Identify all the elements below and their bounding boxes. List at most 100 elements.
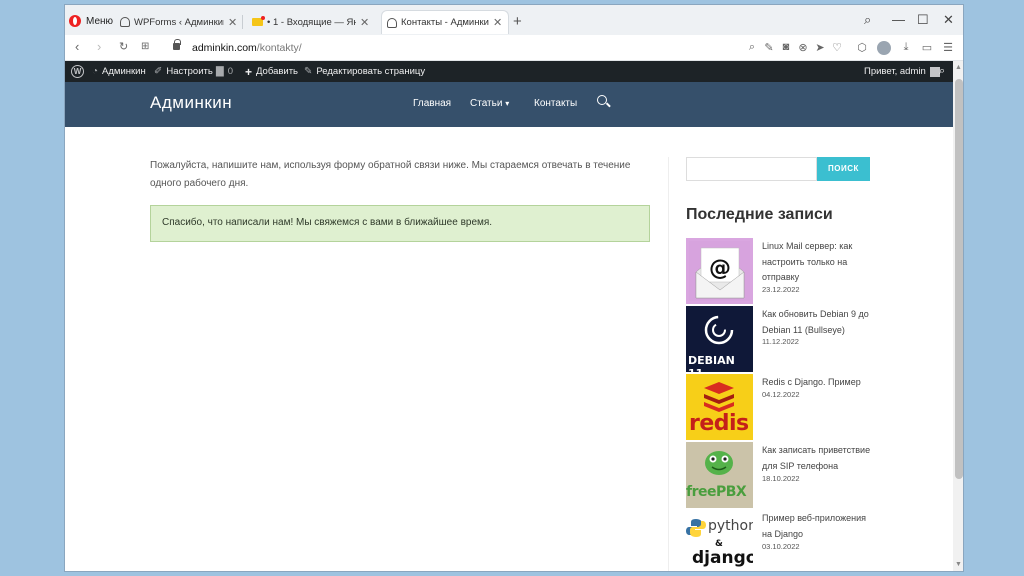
search-icon[interactable] xyxy=(597,95,607,105)
tab-wpforms[interactable]: WPForms ‹ Админкин — W ✕ xyxy=(115,10,243,34)
envelope-at-icon: @ xyxy=(689,241,750,301)
tab-contacts[interactable]: Контакты - Админкин ✕ xyxy=(381,10,509,34)
lock-icon[interactable] xyxy=(173,39,181,50)
cube-icon[interactable]: ⬡ xyxy=(855,41,869,54)
camera-icon[interactable]: ◙ xyxy=(779,41,793,53)
url-field[interactable]: adminkin.com/kontakty/ xyxy=(192,42,302,54)
post-date: 18.10.2022 xyxy=(762,474,800,483)
divider xyxy=(668,157,669,571)
site-header: Админкин Главная Статьи ▾ Контакты xyxy=(65,82,953,127)
site-title[interactable]: Админкин xyxy=(150,93,232,113)
thumb-label: DEBIAN 11 xyxy=(688,354,735,372)
edit-page-label: Редактировать страницу xyxy=(316,66,426,77)
browser-window: Меню WPForms ‹ Админкин — W ✕ • 1 - Вход… xyxy=(64,4,964,572)
close-window-icon[interactable]: ✕ xyxy=(943,12,954,28)
post-title[interactable]: Linux Mail сервер: как настроить только … xyxy=(762,239,872,286)
search-tabs-icon[interactable]: ⌕ xyxy=(864,12,871,28)
tab-separator xyxy=(242,15,243,29)
url-host: adminkin.com xyxy=(192,42,257,54)
customize-button[interactable]: ✐ Настроить xyxy=(154,61,213,82)
menu-item-home[interactable]: Главная xyxy=(413,98,451,109)
freepbx-thumb[interactable]: freePBX xyxy=(686,442,753,508)
search-icon[interactable]: ⌕ xyxy=(745,41,759,54)
close-icon[interactable]: ✕ xyxy=(493,16,503,29)
settings-icon[interactable]: ☰ xyxy=(941,41,955,54)
debian-thumb[interactable]: DEBIAN 11 xyxy=(686,306,753,372)
recent-post-item[interactable]: @ Linux Mail сервер: как настроить тольк… xyxy=(686,238,936,304)
minimize-icon[interactable]: — xyxy=(892,12,905,27)
site-name-label: Админкин xyxy=(102,66,146,77)
address-bar: ‹ › ↻ ⊞ adminkin.com/kontakty/ ⌕ ✎ ◙ ⊗ ➤… xyxy=(65,35,963,61)
svg-text:@: @ xyxy=(709,256,731,281)
tab-yandex-mail[interactable]: • 1 - Входящие — Яндекс ✕ xyxy=(247,10,375,34)
menu-item-label: Статьи xyxy=(470,98,503,109)
edit-icon[interactable]: ✎ xyxy=(762,41,776,54)
python-logo-icon xyxy=(686,519,706,537)
my-account-button[interactable]: Привет, admin xyxy=(864,61,940,82)
scroll-down-icon[interactable]: ▼ xyxy=(955,561,962,568)
page-content: Пожалуйста, напишите нам, используя форм… xyxy=(65,127,953,571)
intro-text: Пожалуйста, напишите нам, используя форм… xyxy=(150,160,631,189)
send-icon[interactable]: ➤ xyxy=(813,41,827,54)
comments-count: 0 xyxy=(227,66,233,77)
tab-title: WPForms ‹ Админкин — W xyxy=(134,16,224,28)
plus-icon: + xyxy=(245,64,253,79)
search-icon: ⌕ xyxy=(939,65,946,77)
post-title[interactable]: Пример веб-приложения на Django xyxy=(762,511,872,542)
maximize-icon[interactable]: ☐ xyxy=(917,12,929,28)
page-scrollbar[interactable]: ▲ ▼ xyxy=(953,61,963,571)
battery-icon[interactable]: ▭ xyxy=(920,41,934,54)
thumb-label: redis xyxy=(689,411,749,436)
edit-page-button[interactable]: ✎ Редактировать страницу xyxy=(304,61,425,82)
post-title[interactable]: Redis с Django. Пример xyxy=(762,375,872,391)
speed-dial-icon[interactable]: ⊞ xyxy=(141,41,149,52)
django-thumb[interactable]: python & django xyxy=(686,510,753,571)
tab-title: • 1 - Входящие — Яндекс xyxy=(267,16,356,28)
recent-post-item[interactable]: redis Redis с Django. Пример 04.12.2022 xyxy=(686,374,936,440)
user-icon xyxy=(120,17,130,27)
recent-post-item[interactable]: DEBIAN 11 Как обновить Debian 9 до Debia… xyxy=(686,306,936,372)
redis-thumb[interactable]: redis xyxy=(686,374,753,440)
recent-post-item[interactable]: freePBX Как записать приветствие для SIP… xyxy=(686,442,936,508)
heart-icon[interactable]: ♡ xyxy=(830,41,844,54)
brush-icon: ✐ xyxy=(154,66,163,77)
greeting-label: Привет, admin xyxy=(864,66,926,77)
site-name-button[interactable]: ◔ Админкин xyxy=(92,61,146,82)
close-icon[interactable]: ✕ xyxy=(228,16,238,29)
post-date: 11.12.2022 xyxy=(762,337,799,346)
profile-avatar[interactable] xyxy=(877,41,891,55)
comments-button[interactable]: ▇ 0 xyxy=(216,61,233,82)
thumb-label-django: django xyxy=(692,548,753,568)
sidebar-search-button[interactable]: ПОИСК xyxy=(817,157,870,181)
customize-label: Настроить xyxy=(166,66,213,77)
recent-post-item[interactable]: python & django Пример веб-приложения на… xyxy=(686,510,936,571)
wordpress-icon: W xyxy=(71,65,84,78)
thumb-label-python: python xyxy=(708,518,753,534)
opera-logo-icon xyxy=(69,15,81,27)
recent-posts-heading: Последние записи xyxy=(686,206,833,223)
admin-search-button[interactable]: ⌕ xyxy=(939,61,945,82)
post-title[interactable]: Как обновить Debian 9 до Debian 11 (Bull… xyxy=(762,307,872,338)
post-title[interactable]: Как записать приветствие для SIP телефон… xyxy=(762,443,872,474)
tab-title: Контакты - Админкин xyxy=(401,17,489,28)
download-icon[interactable]: ⤓ xyxy=(899,41,913,54)
add-new-button[interactable]: + Добавить xyxy=(245,61,298,82)
user-icon xyxy=(387,17,397,28)
forward-icon[interactable]: › xyxy=(97,39,101,54)
scroll-up-icon[interactable]: ▲ xyxy=(955,64,962,71)
menu-item-articles[interactable]: Статьи ▾ xyxy=(470,98,509,109)
new-tab-button[interactable]: + xyxy=(513,13,522,30)
pencil-icon: ✎ xyxy=(304,66,313,77)
menu-item-contacts[interactable]: Контакты xyxy=(534,98,577,109)
block-icon[interactable]: ⊗ xyxy=(796,41,810,54)
wp-logo-button[interactable]: W xyxy=(71,61,84,82)
opera-menu-button[interactable]: Меню xyxy=(69,10,117,32)
mail-thumb[interactable]: @ xyxy=(686,238,753,304)
back-icon[interactable]: ‹ xyxy=(75,39,79,54)
sidebar-search-input[interactable] xyxy=(686,157,817,181)
scrollbar-thumb[interactable] xyxy=(955,79,963,479)
tab-strip: Меню WPForms ‹ Админкин — W ✕ • 1 - Вход… xyxy=(65,5,963,35)
close-icon[interactable]: ✕ xyxy=(360,16,370,29)
reload-icon[interactable]: ↻ xyxy=(119,40,128,53)
post-date: 23.12.2022 xyxy=(762,285,800,294)
